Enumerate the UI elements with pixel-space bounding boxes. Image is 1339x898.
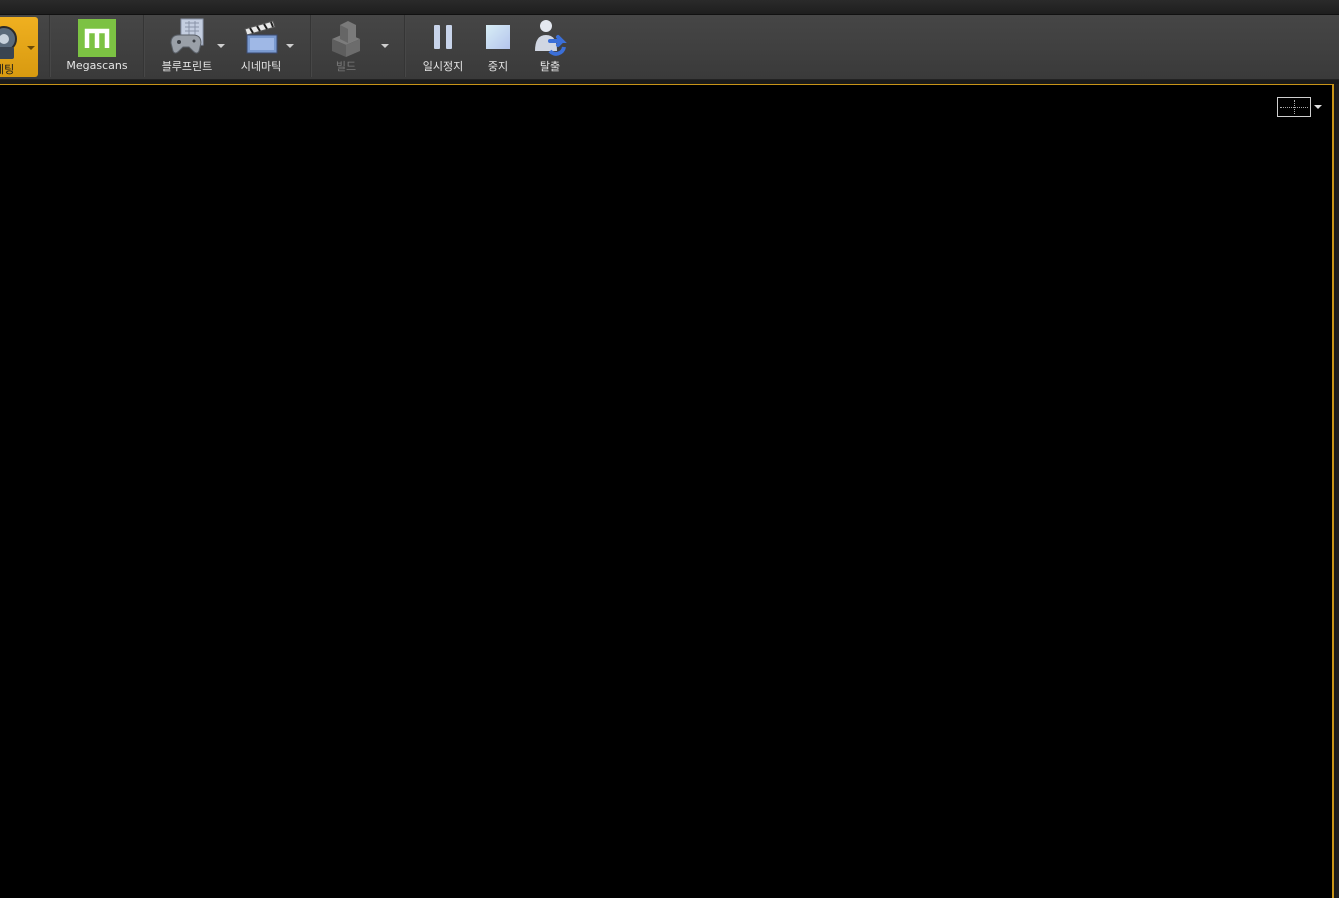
eject-label: 탈출 [539,60,561,73]
main-toolbar: 세팅 Megascans 블루프린트 시네마틱 [0,15,1339,80]
megascans-icon [78,19,116,57]
stop-label: 중지 [487,60,509,73]
chevron-down-icon[interactable] [286,44,294,48]
build-label: 빌드 [335,60,357,73]
megascans-button[interactable]: Megascans [62,17,132,77]
viewport-layout-icon-divider [1294,100,1295,114]
toolbar-separator [143,15,145,77]
build-icon [332,21,360,57]
megascans-label: Megascans [66,59,128,72]
chevron-down-icon[interactable] [1314,105,1322,109]
cinematics-button[interactable]: 시네마틱 [236,17,286,77]
stop-icon [486,25,510,49]
title-strip [0,0,1339,15]
eject-icon [535,20,567,56]
toolbar-separator [404,15,406,77]
blueprint-label: 블루프린트 [161,60,213,73]
viewport-layout-button[interactable] [1277,97,1311,117]
pause-label: 일시정지 [422,60,464,73]
chevron-down-icon[interactable] [217,44,225,48]
build-button[interactable]: 빌드 [322,17,370,77]
pause-icon [434,25,452,49]
blueprint-icon [170,18,204,54]
settings-label: 세팅 [0,63,15,76]
eject-button[interactable]: 탈출 [528,17,572,77]
blueprint-button[interactable]: 블루프린트 [156,17,218,77]
settings-button[interactable]: 세팅 [0,17,38,77]
chevron-down-icon[interactable] [27,46,35,50]
cinematics-icon [244,20,278,54]
toolbar-separator [310,15,312,77]
game-viewport[interactable] [0,84,1334,898]
pause-button[interactable]: 일시정지 [418,17,468,77]
chevron-down-icon[interactable] [381,44,389,48]
stop-button[interactable]: 중지 [478,17,518,77]
toolbar-separator [49,15,51,77]
cinematics-label: 시네마틱 [240,60,282,73]
